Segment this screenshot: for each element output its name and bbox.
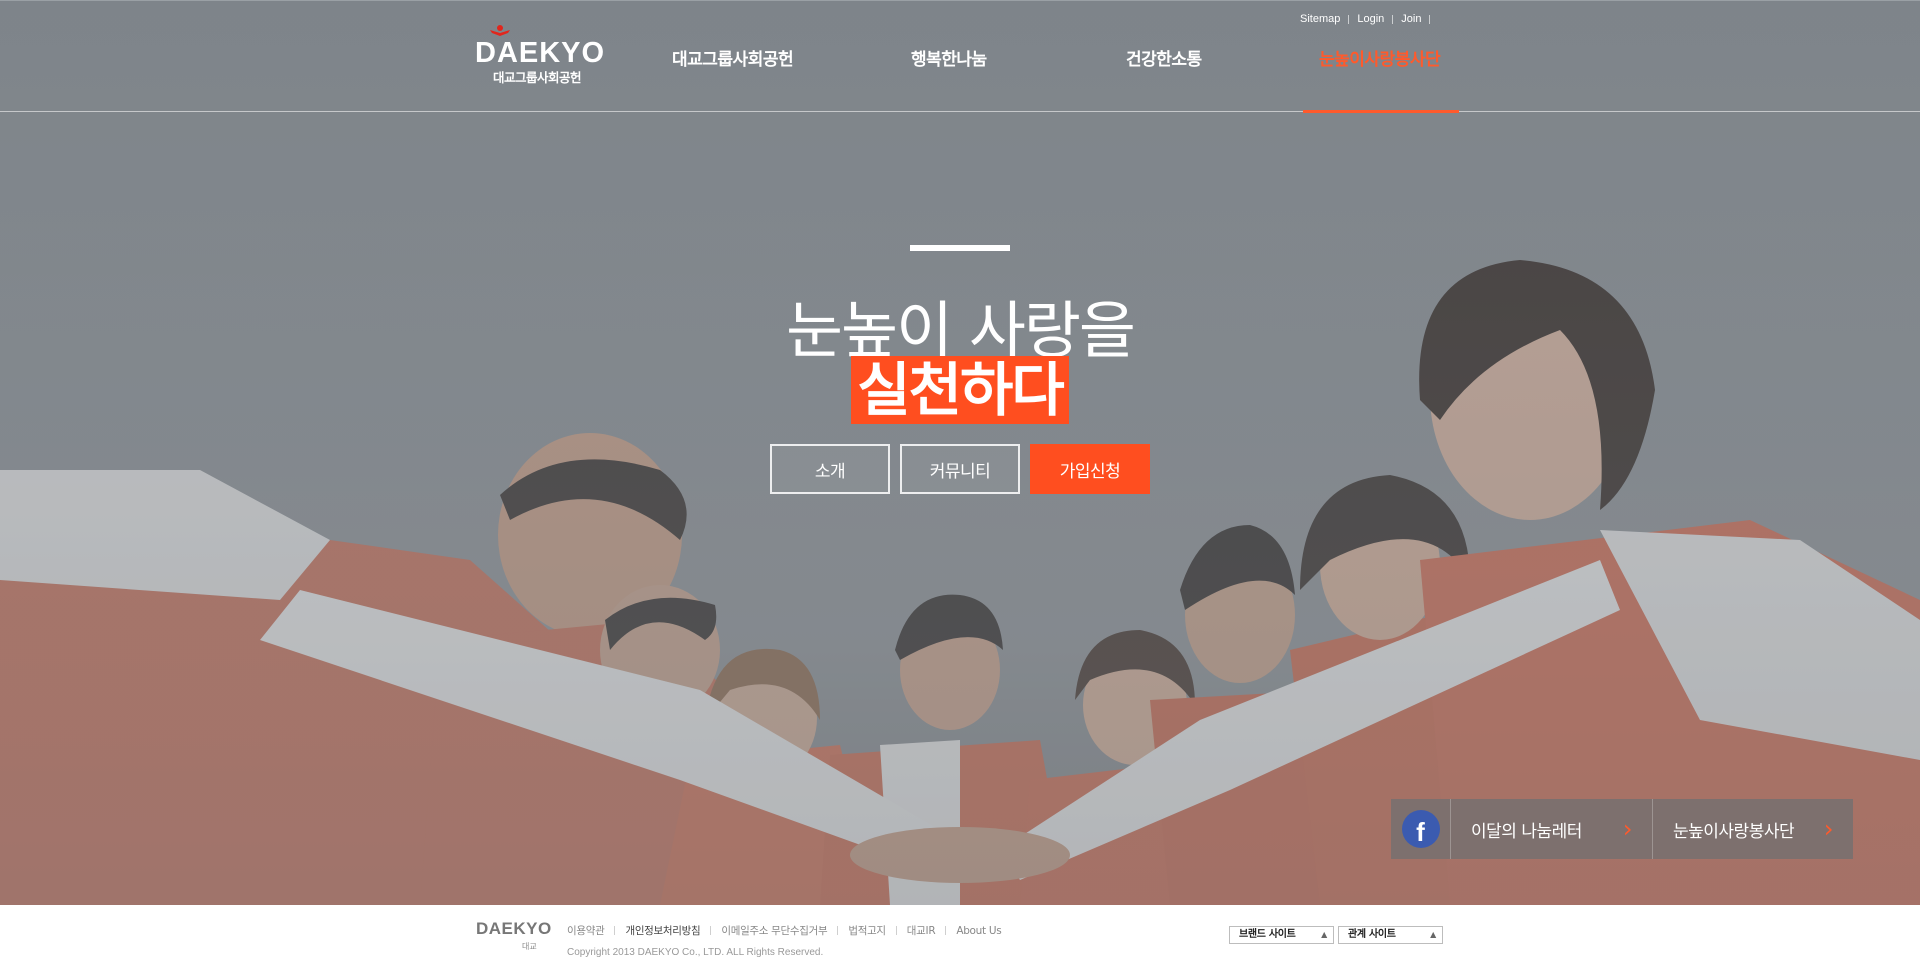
email-refusal-link[interactable]: 이메일주소 무단수집거부 [721, 923, 827, 938]
nav-item-social-contribution[interactable]: 대교그룹사회공헌 [672, 45, 794, 70]
ir-link[interactable]: 대교IR [907, 923, 936, 938]
caret-up-icon: ▲ [1321, 930, 1327, 939]
chevron-right-icon: › [1823, 815, 1834, 843]
hero-title-line2-wrap: 실천하다 [0, 356, 1920, 424]
hero-buttons: 소개 커뮤니티 가입신청 [770, 444, 1150, 494]
logo-wordmark: DAEKYO [475, 37, 606, 69]
monthly-letter-label: 이달의 나눔레터 [1471, 821, 1582, 842]
login-link[interactable]: Login [1357, 13, 1384, 25]
community-button[interactable]: 커뮤니티 [900, 444, 1020, 494]
sitemap-link[interactable]: Sitemap [1300, 13, 1340, 25]
brand-site-select[interactable]: 브랜드 사이트 ▲ [1229, 926, 1334, 944]
volunteer-group-link[interactable]: 눈높이사랑봉사단 › [1653, 799, 1853, 859]
site-footer: DAEKYO 대교 이용약관 개인정보처리방침 이메일주소 무단수집거부 법적고… [0, 905, 1920, 965]
footer-links: 이용약관 개인정보처리방침 이메일주소 무단수집거부 법적고지 대교IR Abo… [567, 923, 1002, 938]
facebook-link[interactable]: f [1391, 799, 1451, 859]
related-site-select[interactable]: 관계 사이트 ▲ [1338, 926, 1443, 944]
legal-notice-link[interactable]: 법적고지 [848, 923, 886, 938]
divider [1429, 14, 1431, 24]
site-header: DAEKYO 대교그룹사회공헌 Sitemap Login Join 대교그룹사… [0, 0, 1920, 113]
privacy-policy-link[interactable]: 개인정보처리방침 [625, 923, 700, 938]
terms-link[interactable]: 이용약관 [567, 923, 605, 938]
logo-subtitle: 대교그룹사회공헌 [493, 70, 582, 85]
footer-logo: DAEKYO 대교 [476, 919, 552, 951]
promo-bar: f 이달의 나눔레터 › 눈높이사랑봉사단 › [1391, 799, 1853, 859]
nav-item-volunteer-group[interactable]: 눈높이사랑봉사단 [1319, 45, 1441, 70]
divider [1392, 14, 1394, 24]
about-us-link[interactable]: About Us [956, 925, 1001, 937]
facebook-icon: f [1401, 810, 1440, 848]
hero-divider [910, 245, 1010, 251]
monthly-letter-link[interactable]: 이달의 나눔레터 › [1451, 799, 1653, 859]
hero-title-line2: 실천하다 [851, 356, 1069, 424]
divider [945, 926, 947, 935]
brand-site-select-label: 브랜드 사이트 [1239, 929, 1296, 940]
utility-links: Sitemap Login Join [1300, 13, 1438, 25]
caret-up-icon: ▲ [1430, 930, 1436, 939]
copyright-text: Copyright 2013 DAEKYO Co., LTD. ALL Righ… [567, 947, 824, 958]
intro-button[interactable]: 소개 [770, 444, 890, 494]
divider [837, 926, 839, 935]
chevron-right-icon: › [1622, 815, 1633, 843]
nav-item-healthy-communication[interactable]: 건강한소통 [1126, 45, 1202, 70]
footer-logo-wordmark: DAEKYO [476, 919, 552, 938]
divider [1348, 14, 1350, 24]
nav-item-happy-sharing[interactable]: 행복한나눔 [911, 45, 987, 70]
join-application-button[interactable]: 가입신청 [1030, 444, 1150, 494]
daekyo-logo[interactable]: DAEKYO 대교그룹사회공헌 [475, 25, 604, 85]
divider [614, 926, 616, 935]
divider [710, 926, 712, 935]
volunteer-group-label: 눈높이사랑봉사단 [1673, 821, 1795, 842]
join-link[interactable]: Join [1401, 13, 1421, 25]
divider [895, 926, 897, 935]
related-site-select-label: 관계 사이트 [1348, 929, 1396, 940]
footer-logo-subtitle: 대교 [522, 942, 537, 951]
active-nav-indicator [1303, 110, 1459, 113]
